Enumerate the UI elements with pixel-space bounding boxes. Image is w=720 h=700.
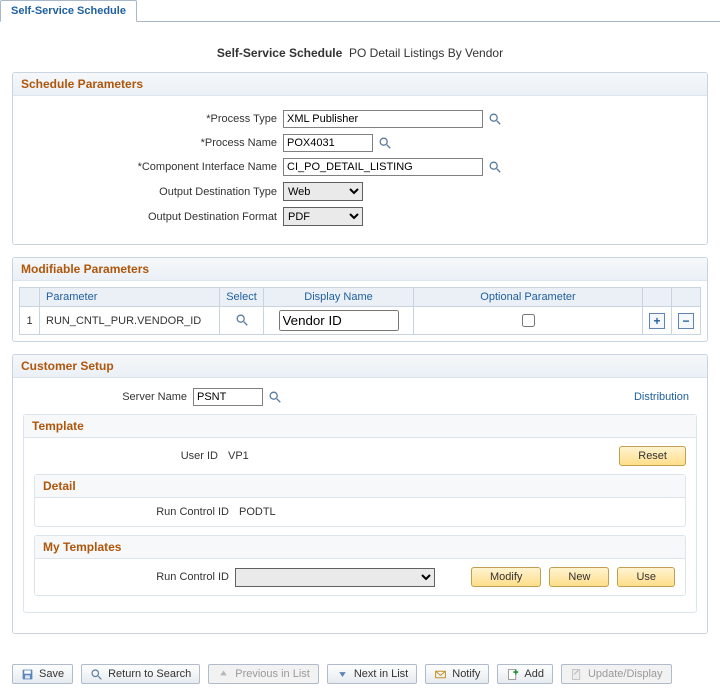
arrow-down-icon	[336, 668, 349, 681]
save-label: Save	[39, 668, 64, 680]
label-server-name: Server Name	[23, 391, 193, 403]
use-button[interactable]: Use	[617, 567, 675, 587]
ci-name-input[interactable]	[283, 158, 483, 176]
process-name-input[interactable]	[283, 134, 373, 152]
row-num: 1	[20, 307, 40, 335]
row-parameter: RUN_CNTL_PUR.VENDOR_ID	[40, 307, 220, 335]
update-label: Update/Display	[588, 668, 663, 680]
next-label: Next in List	[354, 668, 408, 680]
group-title-schedule: Schedule Parameters	[13, 73, 707, 96]
row-optional-checkbox[interactable]	[522, 314, 535, 327]
lookup-icon[interactable]	[487, 111, 503, 127]
row-delete-button[interactable]: −	[678, 313, 694, 329]
modify-button[interactable]: Modify	[471, 567, 541, 587]
add-button[interactable]: Add	[497, 664, 553, 684]
col-add	[643, 288, 672, 307]
user-id-value: VP1	[224, 450, 249, 462]
col-parameter[interactable]: Parameter	[40, 288, 220, 307]
group-template: Template User ID VP1 Reset Detail	[23, 414, 697, 613]
new-button[interactable]: New	[549, 567, 609, 587]
previous-in-list-button: Previous in List	[208, 664, 319, 684]
tab-self-service-schedule[interactable]: Self-Service Schedule	[0, 0, 137, 22]
group-title-mod-params: Modifiable Parameters	[13, 258, 707, 281]
label-process-name: *Process Name	[23, 137, 283, 149]
save-icon	[21, 668, 34, 681]
update-icon	[570, 668, 583, 681]
return-to-search-button[interactable]: Return to Search	[81, 664, 200, 684]
col-display-name[interactable]: Display Name	[264, 288, 414, 307]
add-label: Add	[524, 668, 544, 680]
mod-params-table: Parameter Select Display Name Optional P…	[19, 287, 701, 335]
update-display-button: Update/Display	[561, 664, 672, 684]
page-heading-label: Self-Service Schedule	[217, 46, 342, 60]
group-title-detail: Detail	[35, 475, 685, 498]
process-type-input[interactable]	[283, 110, 483, 128]
col-delete	[672, 288, 701, 307]
server-name-input[interactable]	[193, 388, 263, 406]
label-detail-run-control: Run Control ID	[45, 506, 235, 518]
arrow-up-icon	[217, 668, 230, 681]
detail-run-control-value: PODTL	[235, 506, 276, 518]
group-detail: Detail Run Control ID PODTL	[34, 474, 686, 527]
page-heading-value: PO Detail Listings By Vendor	[349, 46, 503, 60]
lookup-icon[interactable]	[377, 135, 393, 151]
prev-label: Previous in List	[235, 668, 310, 680]
notify-button[interactable]: Notify	[425, 664, 489, 684]
col-optional[interactable]: Optional Parameter	[414, 288, 643, 307]
label-process-type: *Process Type	[23, 113, 283, 125]
notify-icon	[434, 668, 447, 681]
search-icon	[90, 668, 103, 681]
col-num	[20, 288, 40, 307]
next-in-list-button[interactable]: Next in List	[327, 664, 417, 684]
output-format-select[interactable]: PDF	[283, 207, 363, 226]
label-user-id: User ID	[34, 450, 224, 462]
label-output-format: Output Destination Format	[23, 211, 283, 223]
row-select-lookup[interactable]	[234, 312, 250, 328]
return-label: Return to Search	[108, 668, 191, 680]
bottom-toolbar: Save Return to Search Previous in List N…	[0, 654, 720, 700]
notify-label: Notify	[452, 668, 480, 680]
mytpl-run-control-select[interactable]	[235, 568, 435, 587]
row-display-name-input[interactable]	[279, 310, 399, 331]
add-icon	[506, 668, 519, 681]
group-title-my-templates: My Templates	[35, 536, 685, 559]
save-button[interactable]: Save	[12, 664, 73, 684]
reset-button[interactable]: Reset	[619, 446, 686, 466]
label-mytpl-run-control: Run Control ID	[45, 571, 235, 583]
page-heading: Self-Service Schedule PO Detail Listings…	[12, 30, 708, 72]
output-type-select[interactable]: Web	[283, 182, 363, 201]
label-ci-name: *Component Interface Name	[23, 161, 283, 173]
group-title-template: Template	[24, 415, 696, 438]
label-output-type: Output Destination Type	[23, 186, 283, 198]
table-row: 1 RUN_CNTL_PUR.VENDOR_ID	[20, 307, 701, 335]
group-title-customer: Customer Setup	[13, 355, 707, 378]
row-add-button[interactable]: +	[649, 313, 665, 329]
lookup-icon[interactable]	[487, 159, 503, 175]
group-my-templates: My Templates Run Control ID	[34, 535, 686, 596]
col-select[interactable]: Select	[220, 288, 264, 307]
group-schedule-parameters: Schedule Parameters *Process Type *Proce…	[12, 72, 708, 245]
group-customer-setup: Customer Setup Server Name Distribution …	[12, 354, 708, 634]
lookup-icon[interactable]	[267, 389, 283, 405]
distribution-link[interactable]: Distribution	[634, 391, 689, 403]
group-modifiable-parameters: Modifiable Parameters Parameter Select D…	[12, 257, 708, 342]
